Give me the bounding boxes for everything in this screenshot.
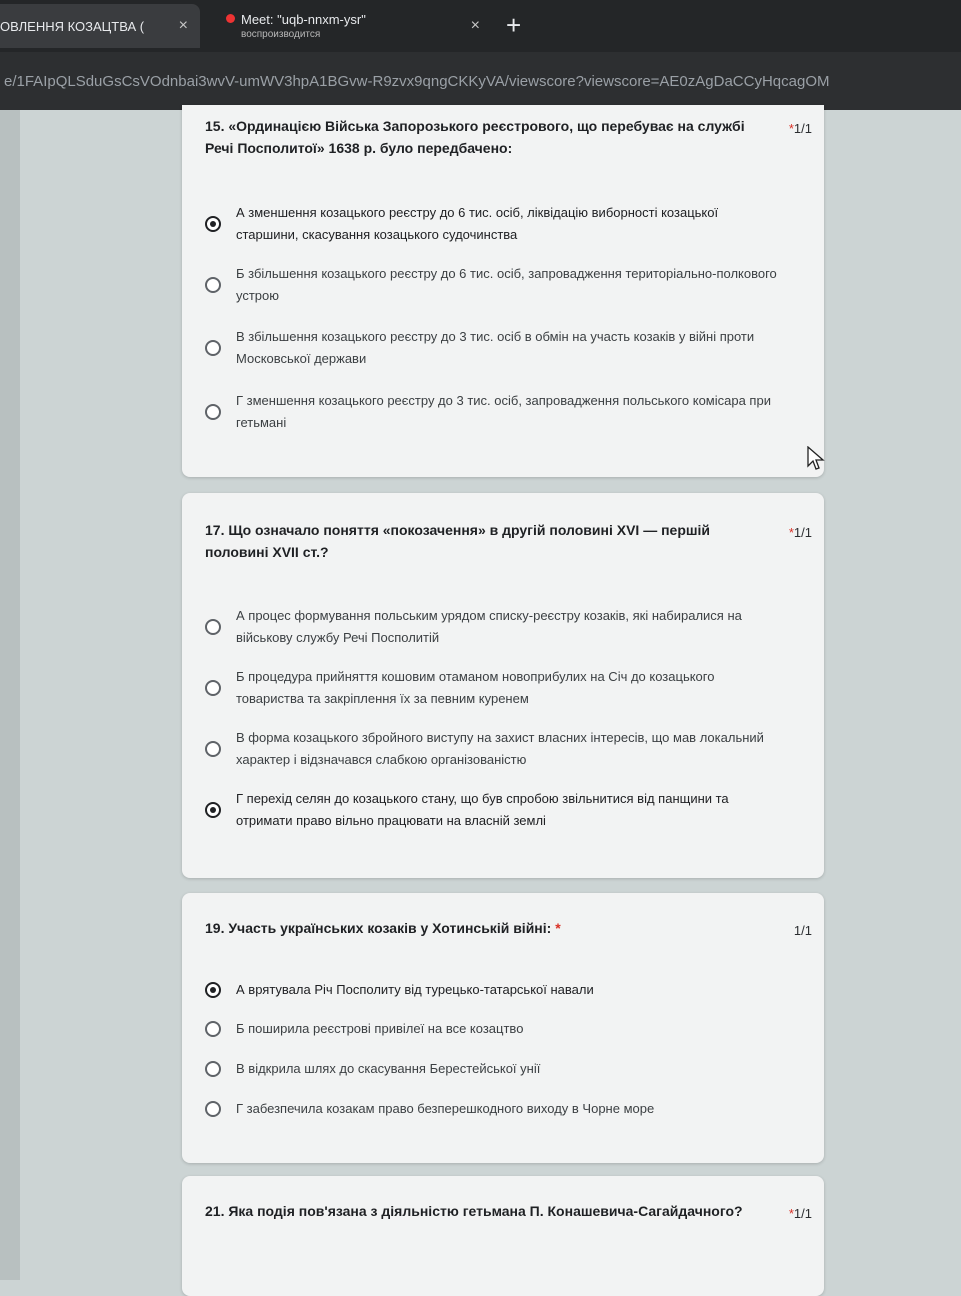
radio-icon[interactable]	[205, 404, 221, 420]
option-label: Г зменшення козацького реєстру до 3 тис.…	[236, 393, 771, 430]
left-edge	[0, 110, 20, 1280]
question-card-17: 17. Що означало поняття «покозачення» в …	[182, 493, 824, 878]
option-label: Б поширила реєстрові привілеї на все коз…	[236, 1021, 524, 1036]
radio-icon[interactable]	[205, 741, 221, 757]
question-score: 1/1	[793, 923, 812, 938]
option-radio[interactable]: А процес формування польським урядом спи…	[205, 605, 805, 649]
question-score: *1/1	[788, 1206, 812, 1221]
new-tab-button[interactable]: +	[506, 10, 521, 41]
radio-icon[interactable]	[205, 1021, 221, 1037]
option-radio[interactable]: Г забезпечила козакам право безперешкодн…	[205, 1098, 805, 1120]
mouse-cursor-icon	[807, 446, 825, 470]
option-radio[interactable]: Г зменшення козацького реєстру до 3 тис.…	[205, 390, 805, 434]
tab-title: ОВЛЕННЯ КОЗАЦТВА (	[0, 18, 145, 34]
option-radio[interactable]: А зменшення козацького реєстру до 6 тис.…	[205, 202, 805, 246]
option-label: А зменшення козацького реєстру до 6 тис.…	[236, 205, 719, 242]
radio-icon[interactable]	[205, 1101, 221, 1117]
address-bar[interactable]: e/1FAIpQLSduGsCsVOdnbai3wvV-umWV3hpA1BGv…	[0, 52, 961, 110]
required-marker: *	[555, 920, 561, 936]
option-radio[interactable]: Б процедура прийняття кошовим отаманом н…	[205, 666, 805, 710]
question-title: 17. Що означало поняття «покозачення» в …	[205, 522, 711, 560]
option-label: В відкрила шлях до скасування Берестейсь…	[236, 1061, 541, 1076]
question-card-19: 19. Участь українських козаків у Хотинсь…	[182, 893, 824, 1163]
option-radio[interactable]: Б збільшення козацького реєстру до 6 тис…	[205, 263, 805, 307]
radio-selected-icon[interactable]	[205, 982, 221, 998]
option-label: Г забезпечила козакам право безперешкодн…	[236, 1101, 655, 1116]
radio-icon[interactable]	[205, 340, 221, 356]
option-radio[interactable]: Б поширила реєстрові привілеї на все коз…	[205, 1018, 805, 1040]
radio-icon[interactable]	[205, 1061, 221, 1077]
tab-meet[interactable]: Meet: "uqb-nnxm-ysr" воспроизводится ×	[212, 4, 492, 48]
radio-icon[interactable]	[205, 619, 221, 635]
tab-title: Meet: "uqb-nnxm-ysr"	[241, 12, 366, 27]
question-title: 15. «Ординацією Війська Запорозького реє…	[205, 118, 745, 156]
question-score: *1/1	[788, 121, 812, 136]
option-radio[interactable]: В відкрила шлях до скасування Берестейсь…	[205, 1058, 805, 1080]
radio-selected-icon[interactable]	[205, 802, 221, 818]
browser-tab-bar: ОВЛЕННЯ КОЗАЦТВА ( × Meet: "uqb-nnxm-ysr…	[0, 0, 961, 52]
option-radio[interactable]: В збільшення козацького реєстру до 3 тис…	[205, 326, 805, 370]
close-icon[interactable]: ×	[471, 17, 480, 35]
tab-course[interactable]: ОВЛЕННЯ КОЗАЦТВА ( ×	[0, 4, 200, 48]
option-radio[interactable]: Г перехід селян до козацького стану, що …	[205, 788, 805, 832]
question-score: *1/1	[788, 525, 812, 540]
option-label: Б збільшення козацького реєстру до 6 тис…	[236, 266, 777, 303]
option-label: Г перехід селян до козацького стану, що …	[236, 791, 729, 828]
question-card-15: 15. «Ординацією Війська Запорозького реє…	[182, 105, 824, 477]
option-label: Б процедура прийняття кошовим отаманом н…	[236, 669, 715, 706]
option-radio[interactable]: В форма козацького збройного виступу на …	[205, 727, 805, 771]
option-label: В збільшення козацького реєстру до 3 тис…	[236, 329, 755, 366]
option-label: А процес формування польським урядом спи…	[236, 608, 742, 645]
url-text[interactable]: e/1FAIpQLSduGsCsVOdnbai3wvV-umWV3hpA1BGv…	[0, 73, 829, 90]
radio-selected-icon[interactable]	[205, 216, 221, 232]
question-title: 21. Яка подія пов'язана з діяльністю гет…	[205, 1203, 743, 1219]
option-radio[interactable]: А врятувала Річ Посполиту від турецько-т…	[205, 979, 805, 1001]
close-icon[interactable]: ×	[179, 17, 188, 35]
radio-icon[interactable]	[205, 680, 221, 696]
radio-icon[interactable]	[205, 277, 221, 293]
recording-icon	[226, 13, 235, 23]
tab-subtitle: воспроизводится	[241, 29, 321, 40]
question-title: 19. Участь українських козаків у Хотинсь…	[205, 920, 561, 936]
question-card-21: 21. Яка подія пов'язана з діяльністю гет…	[182, 1176, 824, 1296]
option-label: В форма козацького збройного виступу на …	[236, 730, 764, 767]
option-label: А врятувала Річ Посполиту від турецько-т…	[236, 982, 594, 997]
